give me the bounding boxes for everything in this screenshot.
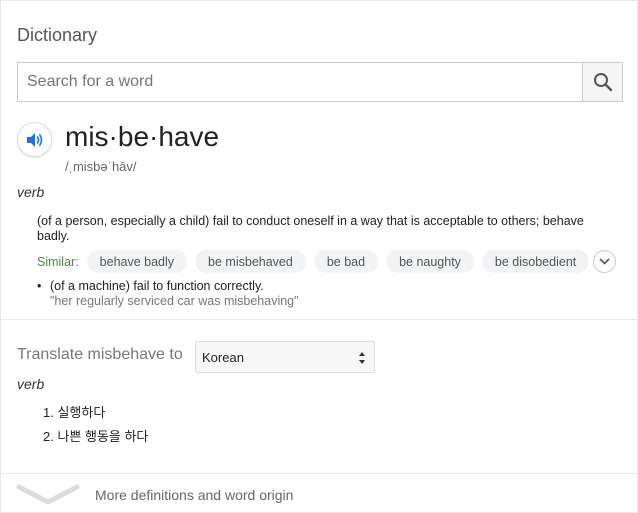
select-arrows-icon [359, 352, 365, 364]
divider [1, 473, 638, 474]
similar-chip[interactable]: be naughty [386, 250, 474, 273]
similar-label: Similar: [37, 254, 79, 269]
search-box [17, 62, 623, 102]
headword: mis·be·have [65, 121, 220, 152]
translate-part-of-speech: verb [17, 376, 45, 392]
language-select-value: Korean [202, 349, 244, 365]
part-of-speech: verb [17, 184, 45, 200]
similar-words-row: Similar: behave badly be misbehaved be b… [37, 250, 597, 273]
similar-chip[interactable]: be disobedient [481, 250, 590, 273]
expand-similar-button[interactable] [593, 250, 616, 273]
similar-chip[interactable]: be bad [313, 250, 379, 273]
search-button[interactable] [582, 63, 622, 101]
language-select[interactable]: Korean [195, 341, 375, 373]
chevron-down-icon[interactable] [15, 481, 81, 507]
phonetic-spelling: /ˌmisbəˈhāv/ [65, 159, 137, 174]
pronunciation-button[interactable] [17, 122, 52, 157]
dictionary-card: Dictionary mis·be·have /ˌmisbəˈhāv/ verb… [0, 0, 638, 513]
translate-label: Translate misbehave to [17, 346, 183, 363]
similar-chip[interactable]: be misbehaved [195, 250, 306, 273]
similar-chip[interactable]: behave badly [86, 250, 188, 273]
more-definitions-link[interactable]: More definitions and word origin [95, 487, 293, 503]
search-input[interactable] [18, 63, 583, 101]
chevron-down-icon [599, 258, 610, 265]
translation-item: 1. 실행하다 [43, 405, 106, 420]
definition-example: "her regularly serviced car was misbehav… [50, 294, 299, 308]
bullet: • [37, 279, 42, 293]
card-title: Dictionary [17, 25, 98, 45]
search-icon [593, 73, 612, 92]
translation-item: 2. 나쁜 행동을 하다 [43, 429, 149, 444]
definition-primary: (of a person, especially a child) fail t… [37, 214, 584, 243]
divider [1, 319, 638, 320]
speaker-icon [26, 132, 42, 147]
definition-secondary-text: (of a machine) fail to function correctl… [50, 279, 264, 293]
